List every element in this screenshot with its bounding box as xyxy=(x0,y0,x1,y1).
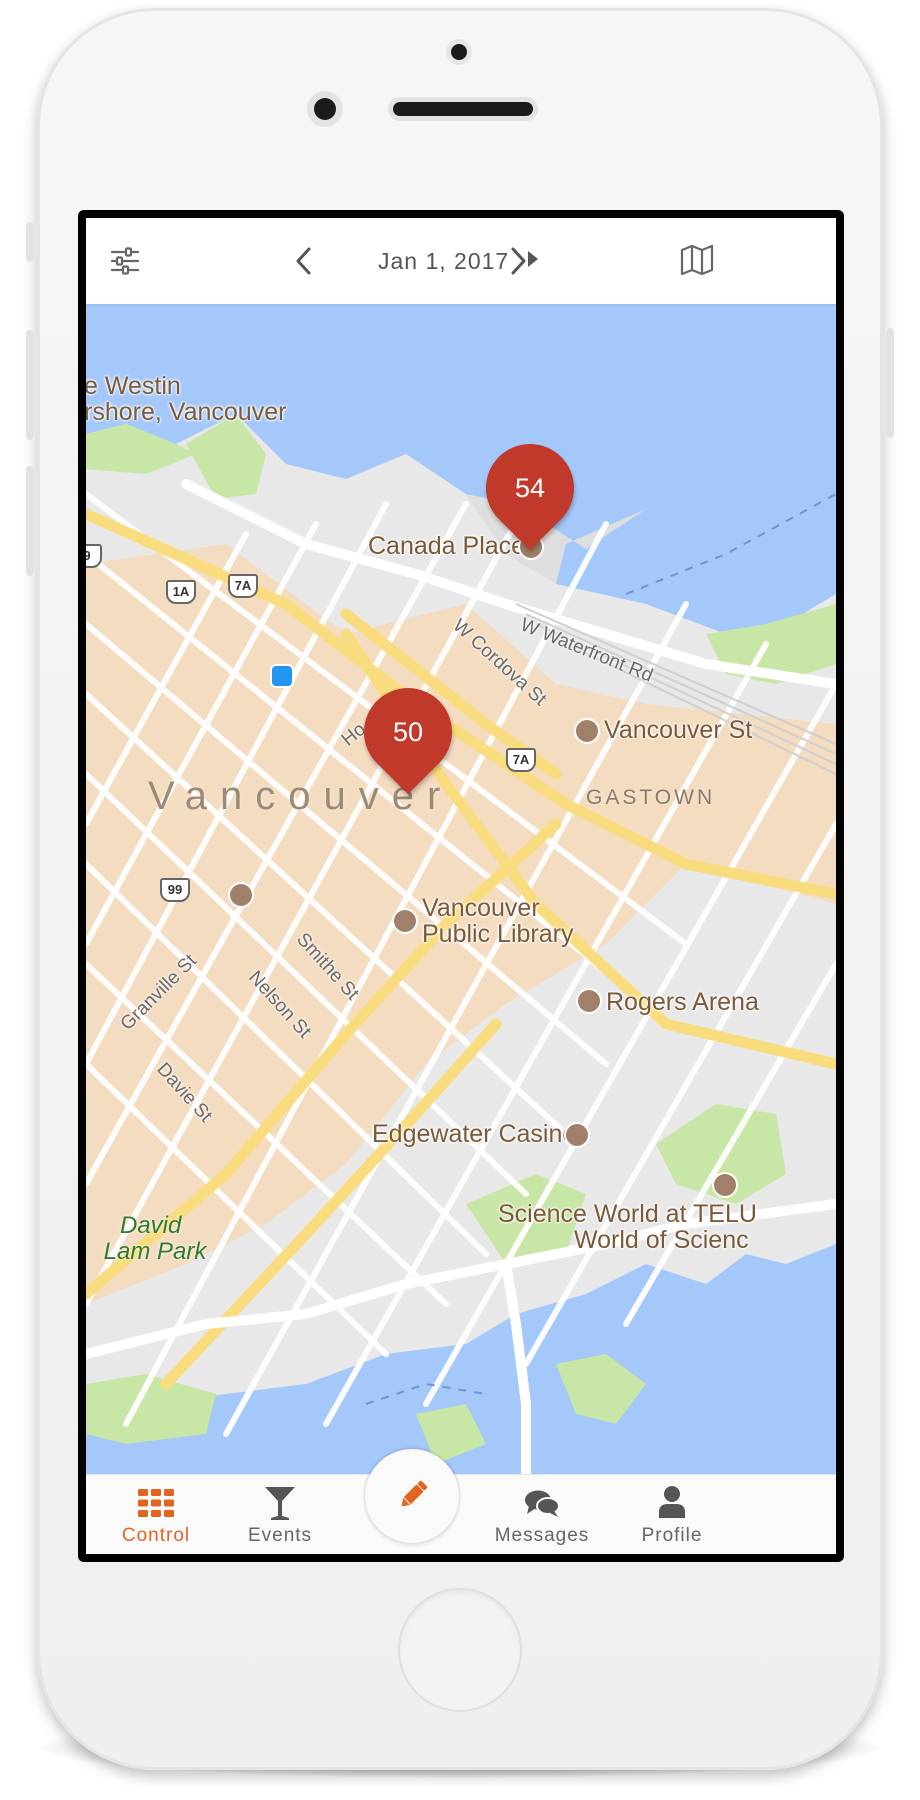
nav-tab-control[interactable]: Control xyxy=(86,1475,226,1554)
nav-label-control: Control xyxy=(121,1525,191,1546)
highway-shield-7a-east: 7A xyxy=(506,748,536,772)
phone-screen: Jan 1, 2017 e Westin rshore, Vancouver C… xyxy=(78,210,844,1562)
nav-label-messages: Messages xyxy=(494,1525,590,1546)
place-label-canada-place: Canada Place xyxy=(368,532,526,560)
compose-button[interactable] xyxy=(365,1449,459,1543)
place-label-science-world-line1: Science World at TELU xyxy=(498,1200,757,1228)
event-cluster-count[interactable]: 54 xyxy=(486,444,574,532)
previous-day-chevron-icon[interactable] xyxy=(292,246,316,276)
casino-poi-icon xyxy=(566,1124,588,1146)
place-label-vancouver-station: Vancouver St xyxy=(604,716,753,744)
top-bar: Jan 1, 2017 xyxy=(86,218,836,304)
front-camera xyxy=(314,98,336,120)
pencil-icon xyxy=(401,1480,428,1507)
rogers-arena-poi-icon xyxy=(578,990,600,1012)
chat-bubbles-icon xyxy=(525,1490,560,1517)
library-poi-icon xyxy=(394,910,416,932)
highway-shield-edge: 9 xyxy=(86,544,102,568)
restaurant-poi-icon xyxy=(230,884,252,906)
highway-shield-7a-north: 7A xyxy=(228,574,258,598)
volume-up-button xyxy=(26,330,34,440)
place-label-science-world-line2: World of Scienc xyxy=(574,1226,749,1254)
next-day-chevron-icon[interactable] xyxy=(506,246,530,276)
event-cluster-count[interactable]: 50 xyxy=(364,688,452,776)
park-label-david-lam-line2: Lam Park xyxy=(103,1238,207,1265)
silent-switch xyxy=(26,222,34,262)
nav-label-events: Events xyxy=(247,1525,313,1546)
vancouver-station-poi-icon xyxy=(576,720,598,742)
home-button xyxy=(398,1588,522,1712)
power-button xyxy=(886,328,894,438)
place-label-library-line2: Public Library xyxy=(422,920,574,948)
person-icon xyxy=(659,1486,685,1518)
earpiece-speaker xyxy=(393,102,533,116)
nav-tab-events[interactable]: Events xyxy=(210,1475,350,1554)
map-tiles xyxy=(86,304,836,1474)
map-view-icon[interactable] xyxy=(680,244,714,276)
skytrain-station-icon xyxy=(272,666,292,686)
place-label-edgewater-casino: Edgewater Casino xyxy=(372,1120,577,1148)
district-label-gastown: GASTOWN xyxy=(586,786,716,809)
map-view[interactable]: e Westin rshore, Vancouver Canada Place … xyxy=(86,304,836,1474)
highway-shield-1a: 1A xyxy=(166,580,196,604)
app-viewport: Jan 1, 2017 e Westin rshore, Vancouver C… xyxy=(86,218,836,1554)
highway-shield-99: 99 xyxy=(160,878,190,902)
place-label-library-line1: Vancouver xyxy=(422,894,540,922)
volume-down-button xyxy=(26,466,34,576)
science-world-poi-icon xyxy=(714,1174,736,1196)
grid-icon xyxy=(138,1489,174,1517)
nav-tab-profile[interactable]: Profile xyxy=(602,1475,742,1554)
bottom-navigation: Control Events Messages Profile xyxy=(86,1449,836,1554)
cocktail-icon xyxy=(265,1487,295,1520)
place-label-westin-line2: rshore, Vancouver xyxy=(86,398,287,426)
place-label-rogers-arena: Rogers Arena xyxy=(606,988,759,1016)
park-label-david-lam-line1: David xyxy=(120,1212,182,1239)
nav-tab-messages[interactable]: Messages xyxy=(472,1475,612,1554)
date-selector[interactable]: Jan 1, 2017 xyxy=(378,248,509,275)
proximity-sensor xyxy=(451,44,467,60)
filter-sliders-icon[interactable] xyxy=(110,246,140,276)
nav-label-profile: Profile xyxy=(641,1525,703,1546)
place-label-westin-line1: e Westin xyxy=(86,372,181,400)
